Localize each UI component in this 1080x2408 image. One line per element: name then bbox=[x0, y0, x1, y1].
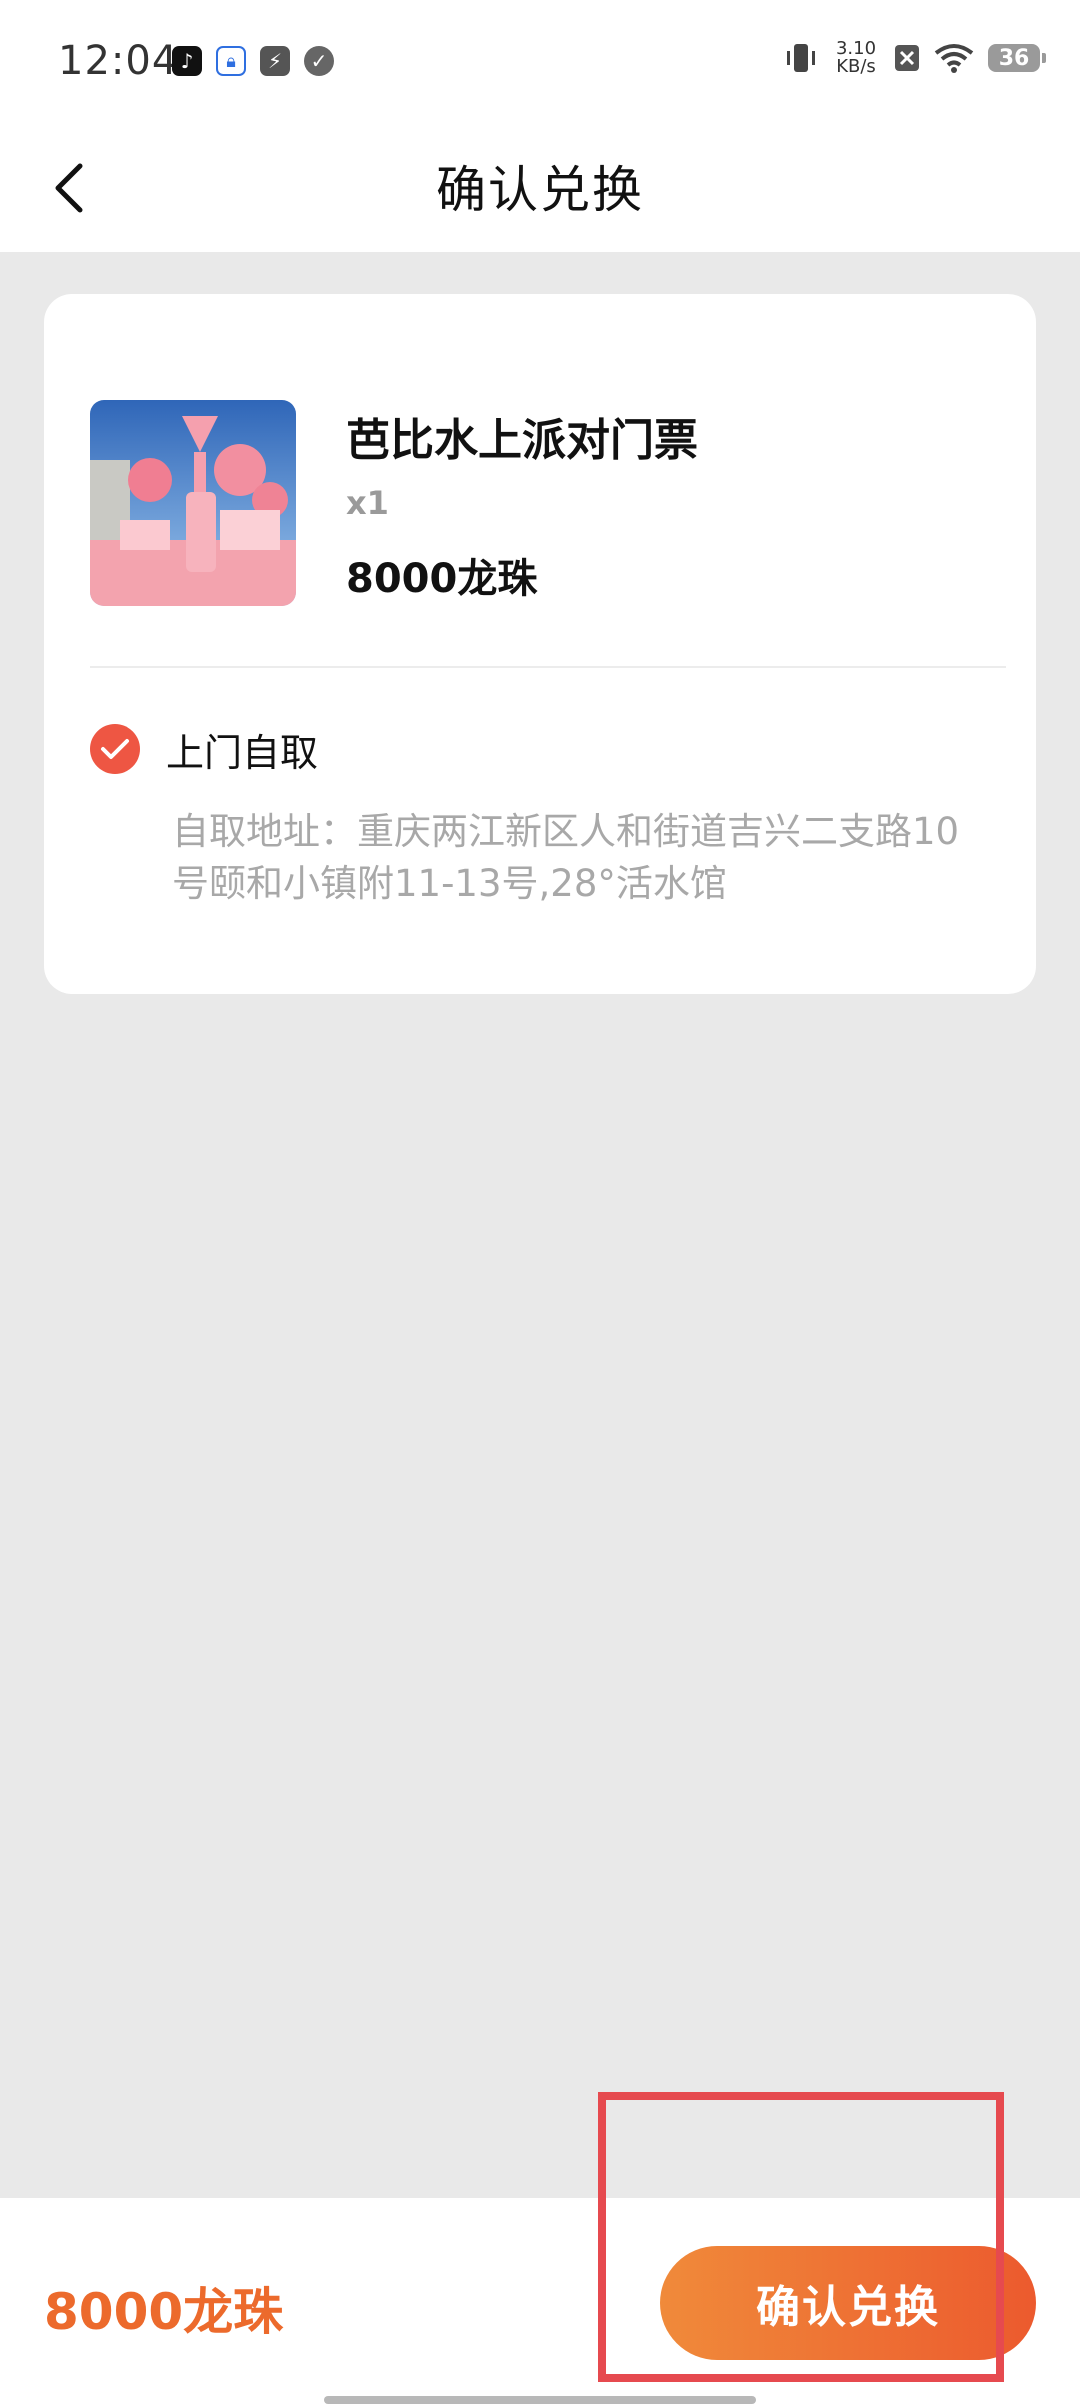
product-thumbnail[interactable] bbox=[90, 400, 296, 606]
product-quantity: x1 bbox=[346, 484, 389, 522]
highlight-annotation-box bbox=[598, 2092, 1004, 2382]
order-card: 芭比水上派对门票 x1 8000龙珠 上门自取 自取地址：重庆两江新区人和街道吉… bbox=[44, 294, 1036, 994]
lock-app-icon: 🔒︎ bbox=[216, 46, 246, 76]
nav-bar: 确认兑换 bbox=[0, 120, 1080, 252]
product-name: 芭比水上派对门票 bbox=[346, 415, 698, 466]
wifi-icon bbox=[934, 44, 974, 73]
status-icons-left: ♪ 🔒︎ ⚡︎ ✓ bbox=[172, 46, 334, 76]
pickup-address: 自取地址：重庆两江新区人和街道吉兴二支路10号颐和小镇附11-13号,28°活水… bbox=[172, 810, 960, 905]
total-price: 8000龙珠 bbox=[44, 2283, 284, 2341]
home-indicator[interactable] bbox=[324, 2396, 756, 2404]
battery-icon: 36 bbox=[988, 44, 1046, 72]
status-time: 12:04 bbox=[58, 38, 179, 84]
tiktok-icon: ♪ bbox=[172, 46, 202, 76]
net-speed: 3.10 KB/s bbox=[832, 40, 880, 76]
net-speed-unit: KB/s bbox=[836, 56, 876, 77]
pickup-radio-checked[interactable] bbox=[90, 724, 140, 774]
product-price: 8000龙珠 bbox=[346, 556, 538, 602]
vibrate-icon bbox=[787, 44, 815, 72]
page-title: 确认兑换 bbox=[436, 161, 644, 219]
check-app-icon: ✓ bbox=[304, 46, 334, 76]
product-image bbox=[90, 400, 296, 606]
status-icons-right: 3.10 KB/s 36 bbox=[784, 40, 1046, 76]
flash-app-icon: ⚡︎ bbox=[260, 46, 290, 76]
sim-off-icon bbox=[895, 45, 919, 71]
status-bar: 12:04 ♪ 🔒︎ ⚡︎ ✓ 3.10 KB/s 36 bbox=[0, 0, 1080, 120]
pickup-option-label[interactable]: 上门自取 bbox=[166, 722, 318, 777]
divider bbox=[90, 666, 1006, 668]
check-icon bbox=[101, 739, 129, 759]
